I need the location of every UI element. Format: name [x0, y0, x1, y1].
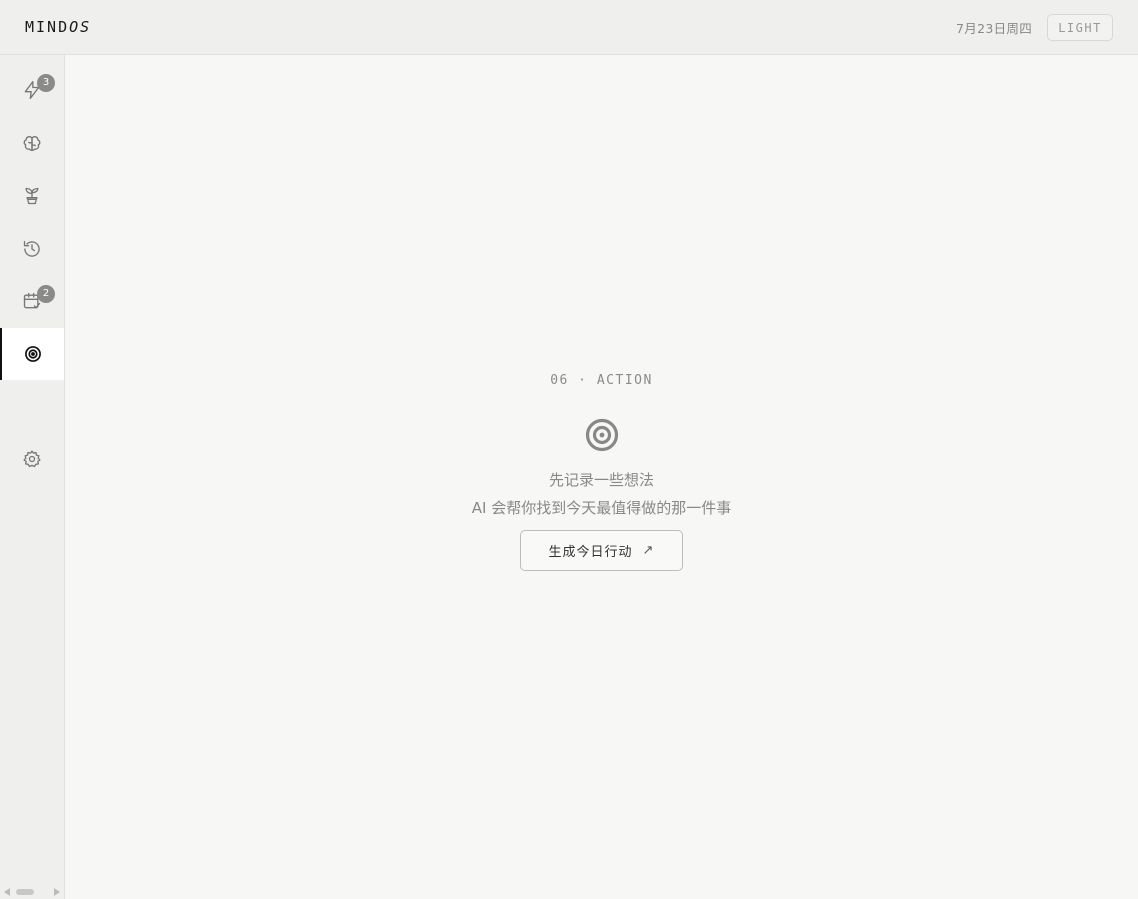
- generate-button-label: 生成今日行动: [548, 545, 633, 560]
- logo-text-italic: OS: [69, 18, 92, 36]
- sidebar-item-action[interactable]: [0, 328, 64, 380]
- sidebar-item-history[interactable]: [0, 223, 64, 275]
- arrow-up-right-icon: ↗: [642, 543, 655, 558]
- plant-icon: [25, 187, 39, 205]
- generate-action-button[interactable]: 生成今日行动 ↗: [520, 530, 683, 571]
- gear-icon: [23, 450, 41, 468]
- brain-icon: [23, 136, 41, 152]
- badge-count: 3: [37, 74, 55, 92]
- empty-state-subtitle: AI 会帮你找到今天最值得做的那一件事: [471, 499, 732, 517]
- main-content: 06 · ACTION 先记录一些想法 AI 会帮你找到今天最值得做的那一件事 …: [65, 55, 1138, 899]
- sidebar: 3 2: [0, 55, 65, 899]
- scroll-right-icon[interactable]: [54, 888, 60, 896]
- sidebar-item-calendar[interactable]: 2: [0, 275, 64, 327]
- target-icon: [25, 346, 41, 362]
- sidebar-item-capture[interactable]: 3: [0, 64, 64, 116]
- sidebar-item-settings[interactable]: [0, 433, 64, 485]
- history-icon: [23, 240, 40, 257]
- sidebar-item-garden[interactable]: [0, 170, 64, 222]
- scrollbar-thumb[interactable]: [16, 889, 34, 895]
- app-window: MINDOS 7月23日周四 LIGHT 3 2 06 · ACTION 先记录…: [0, 0, 1138, 899]
- app-logo[interactable]: MINDOS: [25, 18, 91, 36]
- empty-state: 06 · ACTION 先记录一些想法 AI 会帮你找到今天最值得做的那一件事 …: [65, 373, 1138, 571]
- target-icon: [585, 418, 618, 452]
- sidebar-item-brain[interactable]: [0, 118, 64, 170]
- theme-toggle-button[interactable]: LIGHT: [1047, 14, 1113, 41]
- logo-text: MIND: [25, 18, 70, 36]
- badge-count: 2: [37, 285, 55, 303]
- scroll-left-icon[interactable]: [4, 888, 10, 896]
- top-bar: MINDOS 7月23日周四 LIGHT: [0, 0, 1138, 55]
- section-label: 06 · ACTION: [550, 373, 653, 388]
- empty-state-title: 先记录一些想法: [548, 471, 654, 489]
- current-date: 7月23日周四: [956, 21, 1032, 36]
- sidebar-horizontal-scrollbar[interactable]: [0, 885, 64, 899]
